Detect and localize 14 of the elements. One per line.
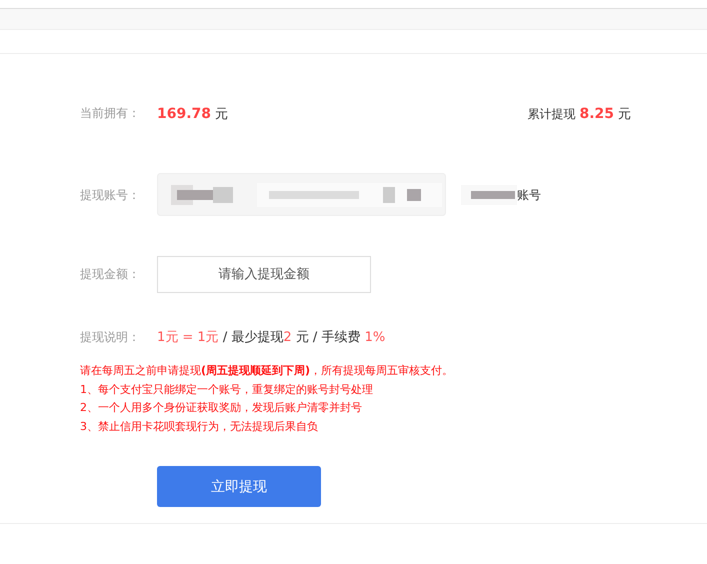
withdraw-button[interactable]: 立即提现: [157, 466, 321, 507]
amount-field[interactable]: 请输入提现金额: [157, 256, 371, 293]
field-label: 提现说明：: [80, 328, 141, 346]
balance-value: 169.78 元: [157, 105, 228, 123]
notice-text: 3、禁止信用卡花呗套现行为，无法提现后果自负: [80, 418, 319, 434]
total-withdrawn: 累计提现 8.25 元: [528, 105, 631, 123]
notice-text: 请在每周五之前申请提现(周五提现顺延到下周)，所有提现每周五审核支付。: [80, 363, 454, 379]
notice-text: 2、一个人用多个身份证获取奖励，发现后账户清零并封号: [80, 400, 363, 416]
field-label: 提现金额：: [80, 266, 141, 283]
notice-text: 1、每个支付宝只能绑定一个账号，重复绑定的账号封号处理: [80, 382, 374, 398]
account-suffix: 账号: [517, 186, 541, 204]
rate-text: 1元 = 1元 / 最少提现2 元 / 手续费 1%: [157, 329, 386, 346]
field-label: 提现账号：: [80, 186, 141, 204]
field-label: 当前拥有：: [80, 104, 141, 122]
